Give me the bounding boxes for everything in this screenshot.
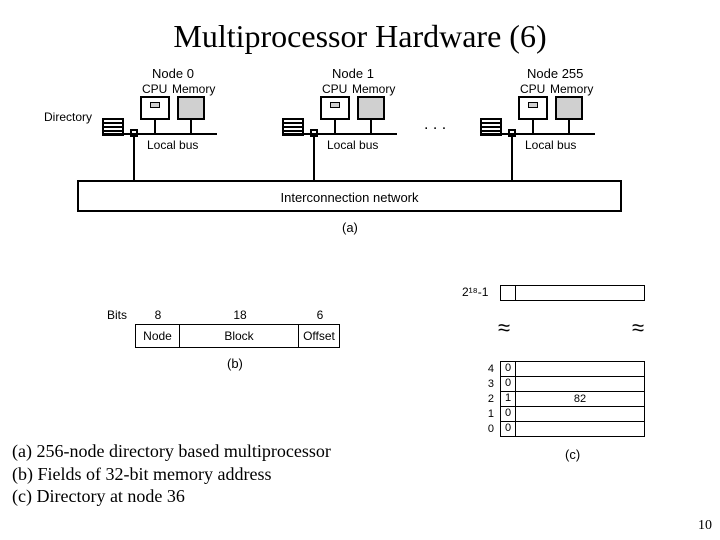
field-offset: Offset xyxy=(298,324,340,348)
caption-a: (a) 256-node directory based multiproces… xyxy=(12,440,331,463)
cache-icon xyxy=(528,102,538,108)
bits-label: Bits xyxy=(107,308,127,322)
local-bus-line xyxy=(480,133,595,135)
node-0-label: Node 0 xyxy=(152,66,194,81)
c-row-0-val xyxy=(515,421,645,437)
node-0-cpu-label: CPU xyxy=(142,82,167,96)
node-255-cpu-label: CPU xyxy=(520,82,545,96)
node-255-label: Node 255 xyxy=(527,66,583,81)
fig-b-label: (b) xyxy=(227,356,243,371)
caption-c: (c) Directory at node 36 xyxy=(12,485,331,508)
interconnection-network-box: Interconnection network xyxy=(77,180,622,212)
page-number: 10 xyxy=(698,518,712,534)
interconnection-label: Interconnection network xyxy=(280,190,418,205)
caption-b: (b) Fields of 32-bit memory address xyxy=(12,463,331,486)
vline xyxy=(334,120,336,133)
node-1-mem-box xyxy=(357,96,385,120)
vline xyxy=(532,120,534,133)
fig-c-label: (c) xyxy=(565,447,580,462)
node-1-label: Node 1 xyxy=(332,66,374,81)
vline xyxy=(133,137,135,182)
node-1-mem-label: Memory xyxy=(352,82,395,96)
local-bus-label-1: Local bus xyxy=(327,138,378,152)
c-row-2-val: 82 xyxy=(515,391,645,407)
ellipsis: . . . xyxy=(424,116,446,134)
vline xyxy=(190,120,192,133)
node-255-cpu-box xyxy=(518,96,548,120)
slide-title: Multiprocessor Hardware (6) xyxy=(0,0,720,55)
node-0-mem-label: Memory xyxy=(172,82,215,96)
local-bus-label-255: Local bus xyxy=(525,138,576,152)
c-row-4-idx: 4 xyxy=(480,363,494,375)
c-row-0-flag: 0 xyxy=(500,421,516,437)
c-row-3-val xyxy=(515,376,645,392)
c-row-3-idx: 3 xyxy=(480,378,494,390)
node-1-cpu-label: CPU xyxy=(322,82,347,96)
c-top-cell-val xyxy=(515,285,645,301)
diagram-a: Node 0 CPU Memory Directory Local bus No… xyxy=(92,68,632,268)
node-0-mem-box xyxy=(177,96,205,120)
local-bus-line xyxy=(282,133,397,135)
local-bus-label-0: Local bus xyxy=(147,138,198,152)
c-row-4-val xyxy=(515,361,645,377)
c-row-1-val xyxy=(515,406,645,422)
caption-block: (a) 256-node directory based multiproces… xyxy=(12,440,331,508)
c-row-2-flag: 1 xyxy=(500,391,516,407)
vline xyxy=(511,137,513,182)
vline xyxy=(313,137,315,182)
diagram-c: 2¹⁸-1 ≈ ≈ 4 0 3 0 2 1 82 1 0 0 0 (c) xyxy=(470,285,650,495)
c-row-3-flag: 0 xyxy=(500,376,516,392)
c-row-0-idx: 0 xyxy=(480,423,494,435)
field-block: Block xyxy=(179,324,299,348)
node-255-mem-box xyxy=(555,96,583,120)
c-row-1-flag: 0 xyxy=(500,406,516,422)
node-1-cpu-box xyxy=(320,96,350,120)
local-bus-line xyxy=(102,133,217,135)
node-255-mem-label: Memory xyxy=(550,82,593,96)
c-top-cell-flag xyxy=(500,285,516,301)
c-row-4-flag: 0 xyxy=(500,361,516,377)
fig-a-label: (a) xyxy=(342,220,358,235)
break-icon-right: ≈ xyxy=(632,315,644,341)
field-node: Node xyxy=(135,324,180,348)
break-icon-left: ≈ xyxy=(498,315,510,341)
node-0-cpu-box xyxy=(140,96,170,120)
directory-label: Directory xyxy=(44,110,92,124)
cache-icon xyxy=(330,102,340,108)
cache-icon xyxy=(150,102,160,108)
c-row-2-idx: 2 xyxy=(480,393,494,405)
bits-18: 18 xyxy=(230,308,250,322)
vline xyxy=(154,120,156,133)
bits-6: 6 xyxy=(315,308,325,322)
bits-8: 8 xyxy=(153,308,163,322)
vline xyxy=(568,120,570,133)
c-top-label: 2¹⁸-1 xyxy=(462,285,488,299)
c-row-1-idx: 1 xyxy=(480,408,494,420)
vline xyxy=(370,120,372,133)
